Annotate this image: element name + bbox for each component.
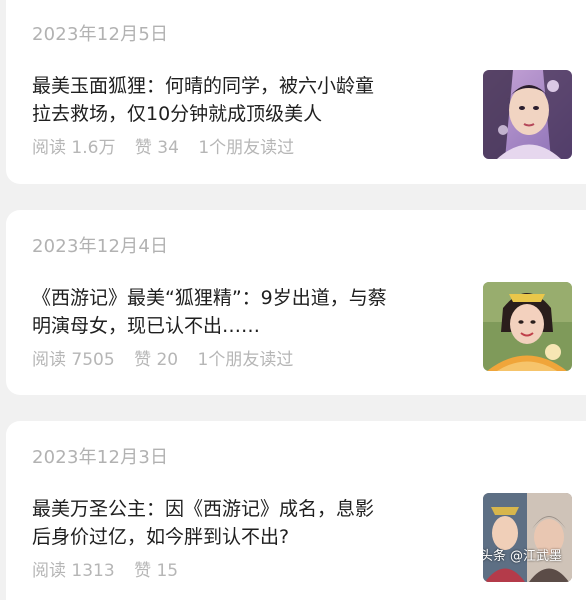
article-title[interactable]: 最美玉面狐狸：何晴的同学，被六小龄童 拉去救场，仅10分钟就成顶级美人: [32, 72, 462, 128]
article-title-line: 最美玉面狐狸：何晴的同学，被六小龄童: [32, 75, 375, 97]
article-thumbnail[interactable]: [483, 282, 572, 371]
portrait-image: [483, 70, 572, 159]
article-date: 2023年12月3日: [32, 447, 169, 468]
watermark-text: 头条 @江武墨: [483, 549, 562, 564]
article-thumbnail[interactable]: 头条 @江武墨: [483, 493, 572, 582]
article-thumbnail[interactable]: [483, 70, 572, 159]
read-count: 阅读 7505: [32, 350, 115, 370]
article-card[interactable]: 2023年12月4日 《西游记》最美“狐狸精”：9岁出道，与蔡 明演母女，现已认…: [6, 210, 586, 395]
portrait-image: [483, 493, 572, 582]
article-stats: 阅读 1313 赞 15: [32, 556, 192, 581]
friends-read: 1个朋友读过: [197, 350, 294, 370]
like-count: 赞 20: [134, 350, 179, 370]
article-stats: 阅读 7505 赞 20 1个朋友读过: [32, 345, 307, 370]
article-title[interactable]: 《西游记》最美“狐狸精”：9岁出道，与蔡 明演母女，现已认不出……: [32, 284, 462, 340]
article-title-line: 最美万圣公主：因《西游记》成名，息影: [32, 498, 375, 520]
article-title[interactable]: 最美万圣公主：因《西游记》成名，息影 后身价过亿，如今胖到认不出?: [32, 495, 462, 551]
article-date: 2023年12月5日: [32, 24, 169, 45]
read-count: 阅读 1313: [32, 561, 115, 581]
article-title-line: 后身价过亿，如今胖到认不出?: [32, 526, 290, 548]
article-card[interactable]: 2023年12月5日 最美玉面狐狸：何晴的同学，被六小龄童 拉去救场，仅10分钟…: [6, 0, 586, 184]
article-stats: 阅读 1.6万 赞 34 1个朋友读过: [32, 133, 308, 158]
article-title-line: 拉去救场，仅10分钟就成顶级美人: [32, 103, 323, 125]
like-count: 赞 15: [134, 561, 179, 581]
article-date: 2023年12月4日: [32, 236, 169, 257]
friends-read: 1个朋友读过: [198, 138, 295, 158]
read-count: 阅读 1.6万: [32, 138, 116, 158]
portrait-image: [483, 282, 572, 371]
article-feed: 2023年12月5日 最美玉面狐狸：何晴的同学，被六小龄童 拉去救场，仅10分钟…: [0, 0, 586, 600]
like-count: 赞 34: [134, 138, 179, 158]
article-title-line: 《西游记》最美“狐狸精”：9岁出道，与蔡: [32, 287, 387, 309]
article-card[interactable]: 2023年12月3日 最美万圣公主：因《西游记》成名，息影 后身价过亿，如今胖到…: [6, 421, 586, 600]
article-title-line: 明演母女，现已认不出……: [32, 315, 261, 337]
